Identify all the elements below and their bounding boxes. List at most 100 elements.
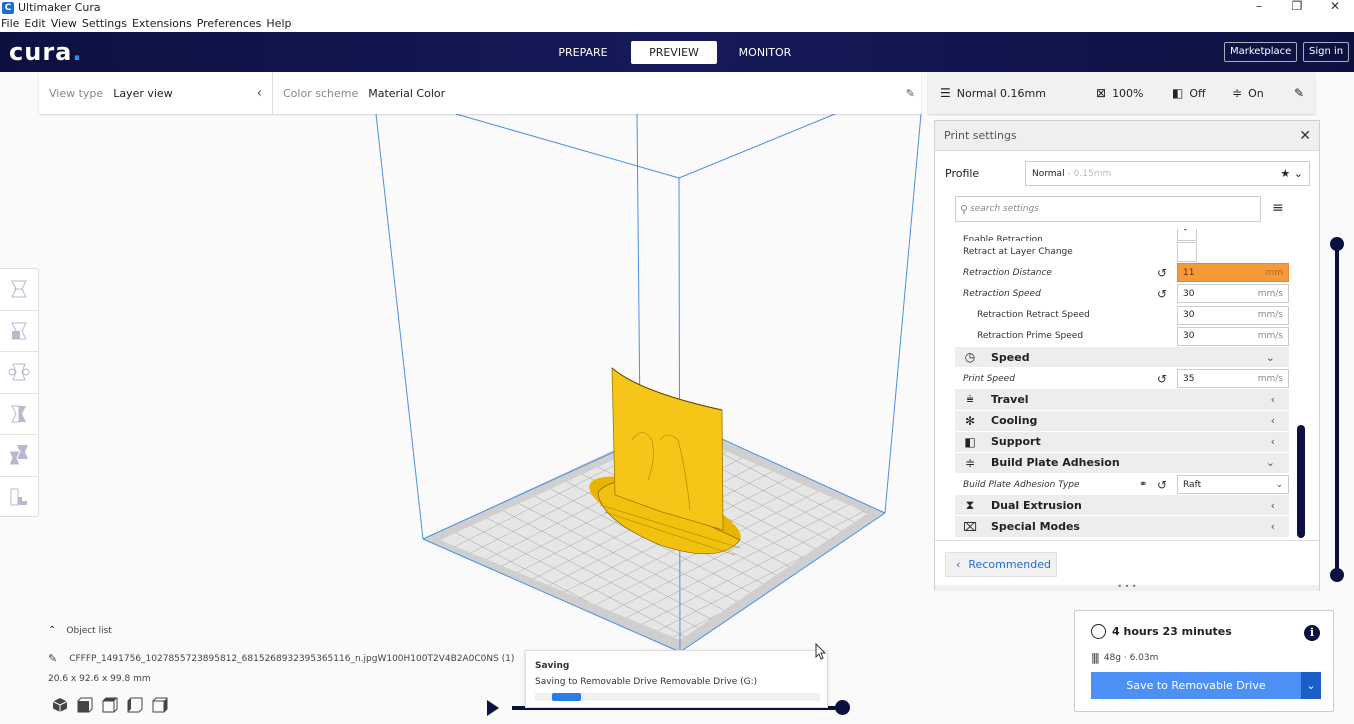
- view-toolbar: View type Layer view ‹ Color scheme Mate…: [39, 72, 921, 114]
- support-icon: ◧: [964, 434, 976, 449]
- category-cooling[interactable]: ✻ Cooling ‹: [955, 410, 1289, 432]
- mouse-cursor: [815, 643, 827, 660]
- setting-retraction-speed: Retraction Speed ↺ 30 mm/s: [955, 283, 1289, 304]
- minimize-button[interactable]: –: [1240, 0, 1278, 12]
- reset-icon[interactable]: ↺: [1157, 287, 1167, 301]
- adhesion-type-select[interactable]: Raft ⌄: [1177, 475, 1289, 495]
- notification-title: Saving: [535, 661, 570, 671]
- tab-monitor[interactable]: MONITOR: [722, 41, 808, 64]
- layer-slider[interactable]: [1335, 243, 1339, 575]
- setting-retraction-distance: Retraction Distance ↺ 11 mm: [955, 262, 1289, 283]
- print-speed-input[interactable]: 35 mm/s: [1177, 369, 1289, 389]
- move-tool-button[interactable]: [0, 269, 38, 311]
- output-device-dropdown[interactable]: ⌄: [1301, 672, 1321, 699]
- profile-dropdown[interactable]: Normal - 0.15mm ★ ⌄: [1025, 161, 1310, 186]
- category-speed[interactable]: ◷ Speed ⌄: [955, 346, 1289, 369]
- category-build-plate-adhesion[interactable]: ≑ Build Plate Adhesion ⌄: [955, 452, 1289, 475]
- settings-scrollbar[interactable]: [1297, 425, 1305, 538]
- tab-prepare[interactable]: PREPARE: [540, 41, 626, 64]
- support-blocker-button[interactable]: [0, 477, 38, 519]
- chevron-down-icon: ⌄: [1275, 479, 1283, 490]
- category-support[interactable]: ◧ Support ‹: [955, 431, 1289, 453]
- sign-in-button[interactable]: Sign in: [1303, 42, 1350, 62]
- retraction-speed-input[interactable]: 30 mm/s: [1177, 284, 1289, 304]
- reset-icon[interactable]: ↺: [1157, 478, 1167, 492]
- rotate-tool-button[interactable]: [0, 352, 38, 394]
- tool-panel: [0, 268, 39, 517]
- front-view-icon[interactable]: [77, 697, 93, 713]
- support-icon: ◧: [1172, 86, 1184, 100]
- star-chevron-down-icon: ★ ⌄: [1280, 167, 1303, 180]
- restore-button[interactable]: ❐: [1278, 0, 1316, 12]
- chevron-left-icon: ‹: [1270, 520, 1275, 534]
- mirror-tool-icon: [11, 405, 26, 423]
- chevron-left-icon: ‹: [1270, 435, 1275, 449]
- retraction-distance-input[interactable]: 11 mm: [1177, 263, 1289, 283]
- object-list-toggle[interactable]: ⌃ Object list: [48, 625, 112, 636]
- left-view-icon[interactable]: [127, 697, 143, 713]
- per-model-settings-button[interactable]: [0, 435, 38, 477]
- clock-icon: [1091, 624, 1106, 639]
- category-dual-extrusion[interactable]: ⧗ Dual Extrusion ‹: [955, 495, 1289, 517]
- edit-print-settings-button[interactable]: ✎: [1294, 86, 1310, 100]
- mirror-tool-button[interactable]: [0, 394, 38, 435]
- path-slider-handle[interactable]: [835, 700, 850, 715]
- saving-progress-fill: [552, 693, 581, 701]
- marketplace-button[interactable]: Marketplace: [1224, 42, 1298, 62]
- info-icon[interactable]: i: [1304, 625, 1320, 641]
- layer-slider-bottom-handle[interactable]: [1330, 568, 1344, 582]
- title-bar: C Ultimaker Cura – ❐ ✕: [0, 0, 1354, 15]
- category-travel[interactable]: ⩧ Travel ‹: [955, 389, 1289, 411]
- reset-icon[interactable]: ↺: [1157, 266, 1167, 280]
- tab-preview[interactable]: PREVIEW: [631, 41, 717, 64]
- retract-layer-change-checkbox[interactable]: [1177, 241, 1197, 262]
- color-scheme-selector[interactable]: Color scheme Material Color ✎: [273, 72, 921, 114]
- setting-build-plate-adhesion-type: Build Plate Adhesion Type ⚭ ↺ Raft ⌄: [955, 474, 1289, 495]
- reset-icon[interactable]: ↺: [1157, 372, 1167, 386]
- menu-edit[interactable]: Edit: [24, 17, 45, 30]
- print-time: 4 hours 23 minutes: [1091, 624, 1232, 639]
- menu-file[interactable]: File: [1, 17, 19, 30]
- view-type-value: Layer view: [113, 86, 173, 100]
- infill-icon: ⊠: [1096, 86, 1107, 100]
- layer-slider-top-handle[interactable]: [1330, 237, 1344, 251]
- object-dimensions: 20.6 x 92.6 x 99.8 mm: [48, 674, 151, 684]
- retraction-retract-speed-input[interactable]: 30 mm/s: [1177, 305, 1289, 325]
- support-blocker-icon: [10, 488, 27, 506]
- color-scheme-label: Color scheme: [283, 86, 359, 100]
- view-type-selector[interactable]: View type Layer view ‹: [39, 72, 273, 114]
- chevron-left-icon: ‹: [1270, 498, 1275, 512]
- print-setup-summary[interactable]: ☰ Normal 0.16mm ⊠ 100% ◧ Off ≑ On ✎: [928, 72, 1315, 114]
- chevron-down-icon: ⌄: [1265, 456, 1275, 470]
- chevron-up-icon: ⌃: [48, 625, 57, 636]
- retraction-prime-speed-input[interactable]: 30 mm/s: [1177, 326, 1289, 346]
- pencil-icon[interactable]: ✎: [906, 87, 915, 100]
- close-icon[interactable]: ✕: [1299, 121, 1311, 151]
- profile-summary: ☰ Normal 0.16mm: [940, 86, 1046, 100]
- 3d-view-icon[interactable]: [52, 697, 68, 713]
- menu-settings[interactable]: Settings: [82, 17, 127, 30]
- adhesion-summary: ≑ On: [1232, 86, 1264, 100]
- panel-resize-handle[interactable]: • • •: [935, 583, 1319, 591]
- category-special-modes[interactable]: ⌧ Special Modes ‹: [955, 516, 1289, 538]
- settings-list[interactable]: Enable Retraction ✔ Retract at Layer Cha…: [955, 229, 1289, 539]
- link-icon: ⚭: [1139, 479, 1148, 491]
- play-simulation-button[interactable]: [487, 700, 499, 716]
- save-to-removable-drive-button[interactable]: Save to Removable Drive: [1091, 672, 1301, 699]
- search-settings-input[interactable]: ⚲ search settings: [955, 196, 1261, 222]
- top-view-icon[interactable]: [102, 697, 118, 713]
- right-view-icon[interactable]: [152, 697, 168, 713]
- menu-view[interactable]: View: [51, 17, 77, 30]
- enable-retraction-checkbox[interactable]: ✔: [1177, 229, 1197, 241]
- scale-tool-button[interactable]: [0, 311, 38, 352]
- menu-extensions[interactable]: Extensions: [132, 17, 192, 30]
- recommended-button[interactable]: ‹ Recommended: [945, 552, 1057, 577]
- pencil-icon: ✎: [48, 652, 58, 665]
- setting-print-speed: Print Speed ↺ 35 mm/s: [955, 368, 1289, 389]
- menu-help[interactable]: Help: [266, 17, 291, 30]
- close-window-button[interactable]: ✕: [1316, 0, 1354, 12]
- object-file-name[interactable]: ✎ CFFFP_1491756_1027855723895812_6815268…: [48, 652, 514, 665]
- menu-preferences[interactable]: Preferences: [197, 17, 262, 30]
- setting-retraction-prime-speed: Retraction Prime Speed 30 mm/s: [955, 326, 1289, 347]
- settings-visibility-menu-icon[interactable]: ≡: [1272, 200, 1284, 216]
